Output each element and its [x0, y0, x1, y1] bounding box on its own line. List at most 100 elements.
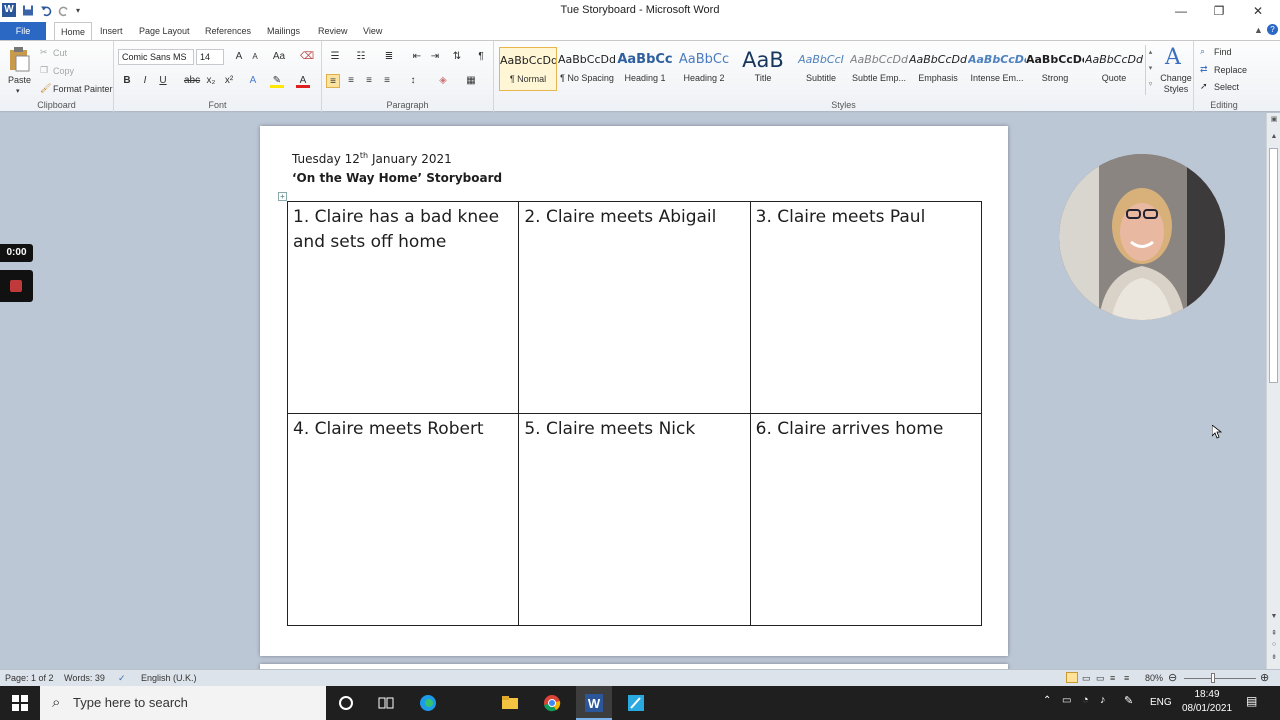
- zoom-out-icon[interactable]: ⊖: [1168, 671, 1177, 684]
- cut-button[interactable]: Cut: [53, 48, 67, 58]
- style-emphasis[interactable]: AaBbCcDd Emphasis: [909, 47, 967, 91]
- network-icon[interactable]: ◔: [1082, 694, 1089, 706]
- multilevel-list-icon[interactable]: ≣: [382, 50, 396, 64]
- taskbar-clock[interactable]: 18:49 08/01/2021: [1178, 688, 1236, 716]
- increase-indent-icon[interactable]: ⇥: [428, 50, 442, 64]
- replace-button[interactable]: Replace: [1214, 65, 1247, 75]
- highlight-icon[interactable]: ✎: [270, 74, 284, 88]
- notifications-icon[interactable]: ▤: [1246, 694, 1257, 708]
- align-center-icon[interactable]: ≡: [344, 74, 358, 88]
- shrink-font-icon[interactable]: A: [248, 50, 262, 64]
- storyboard-cell-5[interactable]: 5. Claire meets Nick: [518, 413, 751, 626]
- tab-references[interactable]: References: [199, 22, 257, 40]
- scrollbar-thumb[interactable]: [1269, 148, 1278, 383]
- cortana-icon[interactable]: [336, 693, 356, 713]
- tab-page-layout[interactable]: Page Layout: [133, 22, 196, 40]
- input-language[interactable]: ENG: [1150, 697, 1172, 708]
- tab-file[interactable]: File: [0, 22, 46, 40]
- restore-button[interactable]: ❐: [1200, 0, 1238, 22]
- edge-browser-icon[interactable]: [418, 693, 438, 713]
- bullets-icon[interactable]: ☰: [328, 50, 342, 64]
- draft-view-icon[interactable]: ≡: [1124, 673, 1129, 683]
- storyboard-cell-3[interactable]: 3. Claire meets Paul: [749, 201, 983, 414]
- grow-font-icon[interactable]: A: [232, 50, 246, 64]
- taskbar-search-box[interactable]: Type here to search: [40, 686, 326, 720]
- select-button[interactable]: Select: [1214, 82, 1239, 92]
- print-layout-view-icon[interactable]: [1066, 672, 1078, 683]
- bold-icon[interactable]: B: [120, 74, 134, 88]
- tab-mailings[interactable]: Mailings: [261, 22, 306, 40]
- paste-button[interactable]: Paste: [8, 75, 31, 85]
- next-page-icon[interactable]: ⇟: [1267, 653, 1280, 665]
- copy-button[interactable]: Copy: [53, 66, 74, 76]
- style-no-spacing[interactable]: AaBbCcDd ¶ No Spacing: [558, 47, 616, 91]
- windows-start-icon[interactable]: [10, 693, 30, 713]
- sort-icon[interactable]: ⇅: [450, 50, 464, 64]
- battery-icon[interactable]: ▭: [1062, 695, 1071, 706]
- browse-object-icon[interactable]: ○: [1267, 641, 1280, 653]
- paste-icon[interactable]: [7, 46, 31, 72]
- minimize-ribbon-icon[interactable]: ▲: [1254, 25, 1263, 35]
- storyboard-cell-6[interactable]: 6. Claire arrives home: [749, 413, 983, 626]
- proofing-icon[interactable]: ✓: [118, 673, 126, 684]
- style-heading-1[interactable]: AaBbCc Heading 1: [616, 47, 674, 91]
- numbering-icon[interactable]: ☷: [354, 50, 368, 64]
- subscript-icon[interactable]: x₂: [204, 74, 218, 88]
- style-heading-2[interactable]: AaBbCc Heading 2: [675, 47, 733, 91]
- ruler-toggle-icon[interactable]: ▣: [1267, 115, 1280, 127]
- underline-icon[interactable]: U: [156, 74, 170, 88]
- line-spacing-icon[interactable]: ↕: [406, 74, 420, 88]
- style-quote[interactable]: AaBbCcDd Quote: [1085, 47, 1143, 91]
- close-button[interactable]: ✕: [1239, 0, 1277, 22]
- document-date[interactable]: Tuesday 12th January 2021: [292, 151, 452, 166]
- style-subtitle[interactable]: AaBbCcI Subtitle: [792, 47, 850, 91]
- italic-icon[interactable]: I: [138, 74, 152, 88]
- superscript-icon[interactable]: x²: [222, 74, 236, 88]
- style-subtle-emphasis[interactable]: AaBbCcDd Subtle Emp...: [850, 47, 908, 91]
- paste-dropdown-icon[interactable]: ▾: [16, 87, 20, 95]
- document-heading[interactable]: ‘On the Way Home’ Storyboard: [292, 171, 502, 185]
- vertical-scrollbar[interactable]: ▣ ▲ ▼ ⇞ ○ ⇟: [1266, 113, 1280, 669]
- file-explorer-icon[interactable]: [500, 693, 520, 713]
- help-icon[interactable]: ?: [1267, 24, 1278, 35]
- change-styles-button[interactable]: Change Styles: [1160, 73, 1192, 95]
- show-hidden-icons-icon[interactable]: ⌃: [1043, 695, 1051, 706]
- format-painter-button[interactable]: Format Painter: [53, 84, 113, 94]
- tab-insert[interactable]: Insert: [94, 22, 129, 40]
- storyboard-cell-4[interactable]: 4. Claire meets Robert: [286, 413, 520, 626]
- zoom-slider[interactable]: [1184, 678, 1256, 679]
- full-screen-view-icon[interactable]: ▭: [1082, 673, 1091, 684]
- notepad-icon[interactable]: [626, 693, 646, 713]
- shading-icon[interactable]: ◈: [436, 74, 450, 88]
- align-left-icon[interactable]: ≡: [326, 74, 340, 88]
- clear-formatting-icon[interactable]: ⌫: [300, 50, 314, 64]
- scroll-down-icon[interactable]: ▼: [1267, 613, 1280, 625]
- style-strong[interactable]: AaBbCcDc Strong: [1026, 47, 1084, 91]
- minimize-button[interactable]: —: [1162, 0, 1200, 22]
- text-effects-icon[interactable]: A: [246, 74, 260, 88]
- previous-page-icon[interactable]: ⇞: [1267, 629, 1280, 641]
- change-case-icon[interactable]: Aa: [272, 50, 286, 64]
- tab-view[interactable]: View: [357, 22, 388, 40]
- word-taskbar-button[interactable]: W: [576, 686, 612, 720]
- find-button[interactable]: Find: [1214, 47, 1232, 57]
- font-name-combo[interactable]: Comic Sans MS: [118, 49, 194, 65]
- volume-icon[interactable]: ♪: [1100, 694, 1106, 706]
- language-indicator[interactable]: English (U.K.): [141, 673, 197, 683]
- justify-icon[interactable]: ≡: [380, 74, 394, 88]
- style-title[interactable]: AaB Title: [734, 47, 792, 91]
- zoom-level[interactable]: 80%: [1145, 673, 1163, 683]
- zoom-in-icon[interactable]: ⊕: [1260, 671, 1269, 684]
- document-page[interactable]: Tuesday 12th January 2021 ‘On the Way Ho…: [260, 126, 1008, 656]
- font-color-icon[interactable]: A: [296, 74, 310, 88]
- table-move-handle-icon[interactable]: +: [278, 192, 287, 201]
- web-layout-view-icon[interactable]: ▭: [1096, 673, 1105, 684]
- chrome-icon[interactable]: [542, 693, 562, 713]
- word-count[interactable]: Words: 39: [64, 673, 105, 683]
- show-formatting-icon[interactable]: ¶: [474, 50, 488, 64]
- pen-icon[interactable]: ✎: [1124, 694, 1133, 707]
- storyboard-cell-2[interactable]: 2. Claire meets Abigail: [518, 201, 751, 414]
- storyboard-cell-1[interactable]: 1. Claire has a bad knee and sets off ho…: [286, 201, 520, 414]
- font-size-combo[interactable]: 14: [196, 49, 224, 65]
- recording-stop-button[interactable]: [0, 270, 33, 302]
